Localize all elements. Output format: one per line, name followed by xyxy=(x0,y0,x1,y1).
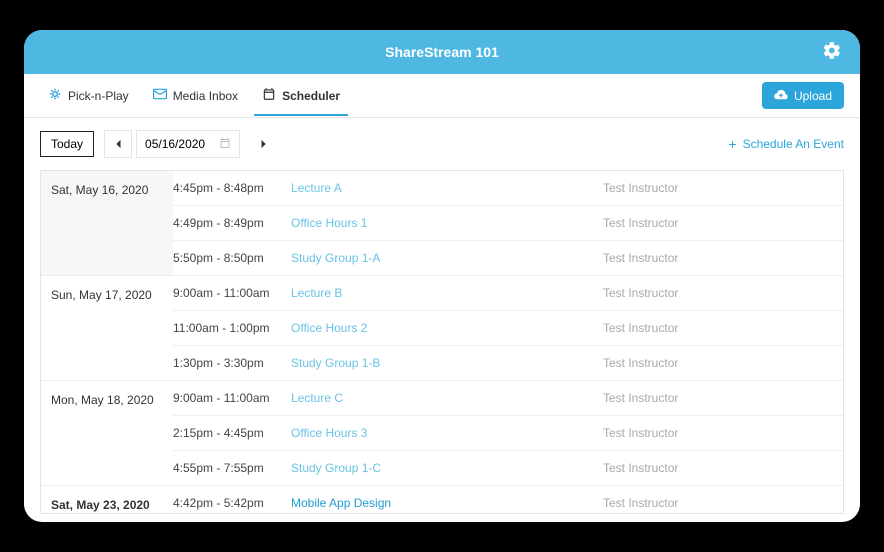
event-instructor: Test Instructor xyxy=(603,321,843,335)
day-block: Sat, May 16, 20204:45pm - 8:48pmLecture … xyxy=(41,171,843,276)
event-row: 4:45pm - 8:48pmLecture ATest Instructor xyxy=(173,171,843,205)
event-time: 5:50pm - 8:50pm xyxy=(173,251,291,265)
schedule-event-label: Schedule An Event xyxy=(743,137,844,151)
event-instructor: Test Instructor xyxy=(603,426,843,440)
event-time: 4:55pm - 7:55pm xyxy=(173,461,291,475)
tab-pick-n-play[interactable]: Pick-n-Play xyxy=(40,75,137,116)
event-title-link[interactable]: Lecture B xyxy=(291,286,603,300)
cloud-upload-icon xyxy=(774,88,788,103)
event-time: 11:00am - 1:00pm xyxy=(173,321,291,335)
gear-icon[interactable] xyxy=(822,41,842,64)
event-title-link[interactable]: Study Group 1-B xyxy=(291,356,603,370)
app-window: ShareStream 101 Pick-n-Play Media Inbox … xyxy=(24,30,860,522)
day-block: Sat, May 23, 20204:42pm - 5:42pmMobile A… xyxy=(41,486,843,514)
event-list: 9:00am - 11:00amLecture BTest Instructor… xyxy=(173,276,843,380)
chevron-right-icon xyxy=(260,139,268,149)
event-title-link[interactable]: Study Group 1-A xyxy=(291,251,603,265)
prev-day-button[interactable] xyxy=(104,130,132,158)
event-grid: Sat, May 16, 20204:45pm - 8:48pmLecture … xyxy=(40,170,844,514)
event-title-link[interactable]: Office Hours 3 xyxy=(291,426,603,440)
date-toolbar: Today 05/16/2020 + Schedule An Event xyxy=(24,118,860,170)
event-row: 9:00am - 11:00amLecture CTest Instructor xyxy=(173,381,843,415)
event-time: 1:30pm - 3:30pm xyxy=(173,356,291,370)
date-value: 05/16/2020 xyxy=(145,137,205,151)
event-time: 4:49pm - 8:49pm xyxy=(173,216,291,230)
upload-label: Upload xyxy=(794,89,832,103)
event-row: 5:50pm - 8:50pmStudy Group 1-ATest Instr… xyxy=(173,240,843,275)
tab-label: Scheduler xyxy=(282,89,340,103)
pick-n-play-icon xyxy=(48,87,62,104)
tab-label: Pick-n-Play xyxy=(68,89,129,103)
event-title-link[interactable]: Lecture A xyxy=(291,181,603,195)
event-list: 9:00am - 11:00amLecture CTest Instructor… xyxy=(173,381,843,485)
event-instructor: Test Instructor xyxy=(603,286,843,300)
event-instructor: Test Instructor xyxy=(603,181,843,195)
event-row: 4:42pm - 5:42pmMobile App DesignTest Ins… xyxy=(173,486,843,514)
app-title: ShareStream 101 xyxy=(385,44,499,60)
event-time: 2:15pm - 4:45pm xyxy=(173,426,291,440)
event-instructor: Test Instructor xyxy=(603,251,843,265)
event-row: 9:00am - 11:00amLecture BTest Instructor xyxy=(173,276,843,310)
event-row: 4:55pm - 7:55pmStudy Group 1-CTest Instr… xyxy=(173,450,843,485)
tab-bar: Pick-n-Play Media Inbox Scheduler Upload xyxy=(24,74,860,118)
event-title-link[interactable]: Study Group 1-C xyxy=(291,461,603,475)
event-time: 4:42pm - 5:42pm xyxy=(173,496,291,510)
date-input[interactable]: 05/16/2020 xyxy=(136,130,240,158)
event-instructor: Test Instructor xyxy=(603,496,843,510)
event-title-link[interactable]: Mobile App Design xyxy=(291,496,603,510)
event-list: 4:42pm - 5:42pmMobile App DesignTest Ins… xyxy=(173,486,843,514)
event-time: 9:00am - 11:00am xyxy=(173,286,291,300)
calendar-icon xyxy=(219,137,231,152)
next-day-button[interactable] xyxy=(250,130,278,158)
day-label: Sat, May 23, 2020 xyxy=(41,486,173,514)
event-instructor: Test Instructor xyxy=(603,356,843,370)
tab-scheduler[interactable]: Scheduler xyxy=(254,75,348,116)
event-title-link[interactable]: Lecture C xyxy=(291,391,603,405)
header-bar: ShareStream 101 xyxy=(24,30,860,74)
day-label: Mon, May 18, 2020 xyxy=(41,381,173,485)
event-instructor: Test Instructor xyxy=(603,216,843,230)
envelope-icon xyxy=(153,88,167,103)
event-instructor: Test Instructor xyxy=(603,391,843,405)
chevron-left-icon xyxy=(114,139,122,149)
event-row: 11:00am - 1:00pmOffice Hours 2Test Instr… xyxy=(173,310,843,345)
event-row: 4:49pm - 8:49pmOffice Hours 1Test Instru… xyxy=(173,205,843,240)
today-button[interactable]: Today xyxy=(40,131,94,157)
day-label: Sun, May 17, 2020 xyxy=(41,276,173,380)
event-time: 9:00am - 11:00am xyxy=(173,391,291,405)
calendar-icon xyxy=(262,87,276,104)
event-instructor: Test Instructor xyxy=(603,461,843,475)
event-row: 1:30pm - 3:30pmStudy Group 1-BTest Instr… xyxy=(173,345,843,380)
event-list: 4:45pm - 8:48pmLecture ATest Instructor4… xyxy=(173,171,843,275)
day-block: Sun, May 17, 20209:00am - 11:00amLecture… xyxy=(41,276,843,381)
tab-media-inbox[interactable]: Media Inbox xyxy=(145,76,246,115)
event-title-link[interactable]: Office Hours 2 xyxy=(291,321,603,335)
event-time: 4:45pm - 8:48pm xyxy=(173,181,291,195)
day-label: Sat, May 16, 2020 xyxy=(41,171,173,275)
event-row: 2:15pm - 4:45pmOffice Hours 3Test Instru… xyxy=(173,415,843,450)
tab-label: Media Inbox xyxy=(173,89,238,103)
day-block: Mon, May 18, 20209:00am - 11:00amLecture… xyxy=(41,381,843,486)
event-title-link[interactable]: Office Hours 1 xyxy=(291,216,603,230)
schedule-event-button[interactable]: + Schedule An Event xyxy=(728,133,844,155)
plus-icon: + xyxy=(728,137,736,151)
upload-button[interactable]: Upload xyxy=(762,82,844,109)
